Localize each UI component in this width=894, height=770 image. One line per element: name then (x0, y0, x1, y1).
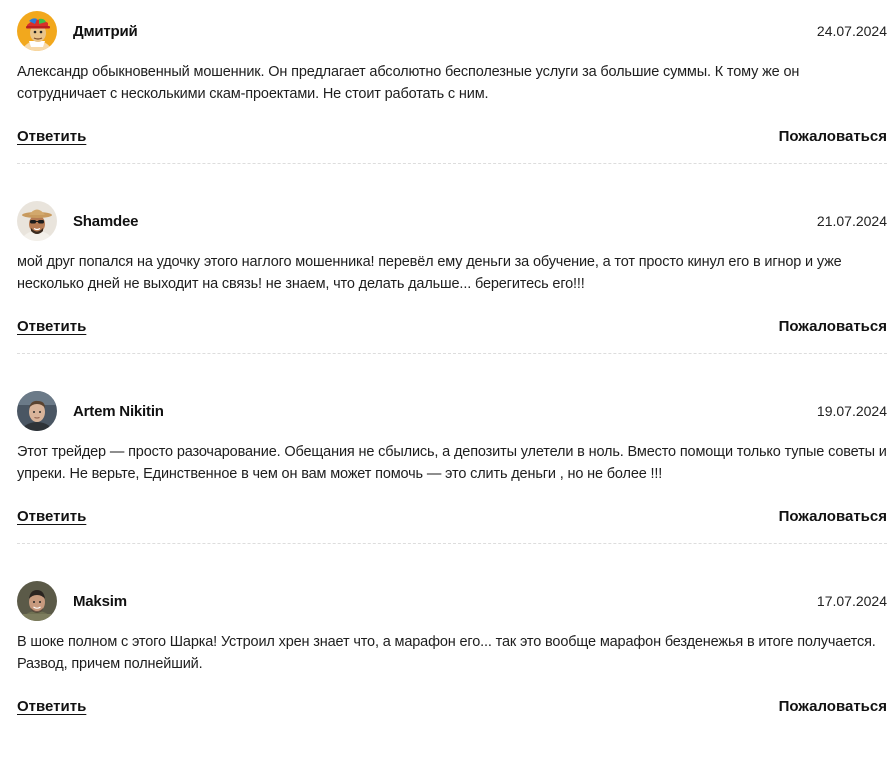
man-in-uniform-avatar-icon[interactable] (17, 581, 57, 621)
comment-actions: Ответить Пожаловаться (17, 128, 887, 152)
comment-actions: Ответить Пожаловаться (17, 318, 887, 342)
comment-header: Maksim 17.07.2024 (17, 580, 887, 622)
comment-divider (17, 543, 887, 544)
reply-link[interactable]: Ответить (17, 698, 86, 715)
man-with-hat-avatar-icon[interactable] (17, 201, 57, 241)
comment-text: Александр обыкновенный мошенник. Он пред… (17, 64, 800, 102)
comment-item: Maksim 17.07.2024 В шоке полном с этого … (17, 580, 887, 770)
comment-date: 21.07.2024 (816, 213, 887, 229)
complain-link[interactable]: Пожаловаться (779, 128, 887, 145)
comments-list: Дмитрий 24.07.2024 Александр обыкновенны… (17, 10, 887, 770)
comment-header: Shamdee 21.07.2024 (17, 200, 887, 242)
comment-divider (17, 163, 887, 164)
comment-text: В шоке полном с этого Шарка! Устроил хре… (17, 634, 876, 672)
complain-link[interactable]: Пожаловаться (779, 508, 887, 525)
comment-item: Дмитрий 24.07.2024 Александр обыкновенны… (17, 10, 887, 200)
reply-link[interactable]: Ответить (17, 128, 86, 145)
comment-text: мой друг попался на удочку этого наглого… (17, 254, 842, 292)
comment-author: Shamdee (73, 212, 139, 230)
comment-divider (17, 353, 887, 354)
reply-link[interactable]: Ответить (17, 318, 86, 335)
complain-link[interactable]: Пожаловаться (779, 698, 887, 715)
comment-actions: Ответить Пожаловаться (17, 698, 887, 722)
man-portrait-avatar-icon[interactable] (17, 391, 57, 431)
comment-text: Этот трейдер — просто разочарование. Обе… (17, 444, 887, 482)
comment-date: 24.07.2024 (816, 23, 887, 39)
comment-author: Maksim (73, 592, 127, 610)
comment-author: Artem Nikitin (73, 402, 164, 420)
comment-header: Artem Nikitin 19.07.2024 (17, 390, 887, 432)
comment-header: Дмитрий 24.07.2024 (17, 10, 887, 52)
cartoon-character-avatar-icon[interactable] (17, 11, 57, 51)
comment-item: Artem Nikitin 19.07.2024 Этот трейдер — … (17, 390, 887, 580)
comment-actions: Ответить Пожаловаться (17, 508, 887, 532)
comment-item: Shamdee 21.07.2024 мой друг попался на у… (17, 200, 887, 390)
comment-date: 17.07.2024 (816, 593, 887, 609)
comment-date: 19.07.2024 (816, 403, 887, 419)
complain-link[interactable]: Пожаловаться (779, 318, 887, 335)
reply-link[interactable]: Ответить (17, 508, 86, 525)
comment-author: Дмитрий (73, 22, 138, 40)
